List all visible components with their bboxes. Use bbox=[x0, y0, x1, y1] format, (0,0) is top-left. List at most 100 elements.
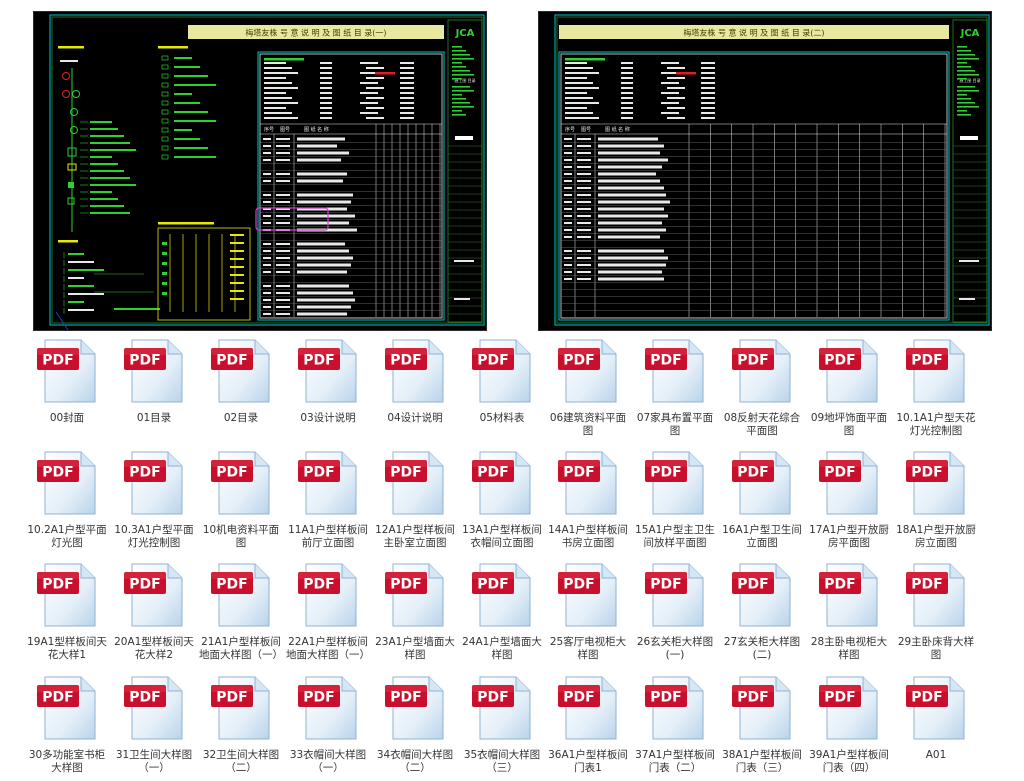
pdf-file-item[interactable]: PDF 35衣帽间大样图（三） bbox=[459, 675, 545, 781]
pdf-badge-text: PDF bbox=[737, 690, 768, 706]
pdf-file-item[interactable]: PDF 23A1户型墙面大样图 bbox=[372, 562, 458, 668]
pdf-file-item[interactable]: PDF 22A1户型样板间地面大样图（一） bbox=[285, 562, 371, 668]
pdf-file-icon: PDF bbox=[819, 451, 878, 515]
pdf-file-item[interactable]: PDF 14A1户型样板间书房立面图 bbox=[545, 450, 631, 556]
pdf-file-item[interactable]: PDF 01目录 bbox=[111, 338, 197, 444]
pdf-file-item[interactable]: PDF 38A1户型样板间门表（三） bbox=[719, 675, 805, 781]
pdf-file-item[interactable]: PDF 16A1户型卫生间立面图 bbox=[719, 450, 805, 556]
pdf-file-item[interactable]: PDF 19A1型样板间天花大样1 bbox=[24, 562, 110, 668]
pdf-file-item[interactable]: PDF 30多功能室书柜大样图 bbox=[24, 675, 110, 781]
pdf-file-item[interactable]: PDF 39A1户型样板间门表（四） bbox=[806, 675, 892, 781]
pdf-file-item[interactable]: PDF 36A1户型样板间门表1 bbox=[545, 675, 631, 781]
title-block-label: 施工图 目录 bbox=[454, 77, 475, 83]
pdf-file-item[interactable]: PDF 11A1户型样板间前厅立面图 bbox=[285, 450, 371, 556]
pdf-file-item[interactable]: PDF 31卫生间大样图（一） bbox=[111, 675, 197, 781]
pdf-badge-text: PDF bbox=[216, 465, 247, 481]
legend-list bbox=[157, 46, 251, 321]
pdf-file-icon: PDF bbox=[645, 451, 704, 515]
pdf-file-item[interactable]: PDF 18A1户型开放厨房立面图 bbox=[893, 450, 979, 556]
pdf-file-label: 21A1户型样板间地面大样图（一） bbox=[199, 636, 283, 661]
pdf-file-item[interactable]: PDF 09地坪饰面平面图 bbox=[806, 338, 892, 444]
pdf-badge-text: PDF bbox=[303, 577, 334, 593]
pdf-file-item[interactable]: PDF 15A1户型主卫生间放样平面图 bbox=[632, 450, 718, 556]
pdf-file-item[interactable]: PDF 27玄关柜大样图(二) bbox=[719, 562, 805, 668]
pdf-file-icon: PDF bbox=[124, 451, 183, 515]
pdf-file-item[interactable]: PDF 24A1户型墙面大样图 bbox=[459, 562, 545, 668]
pdf-file-icon: PDF bbox=[211, 676, 270, 740]
pdf-file-icon: PDF bbox=[732, 676, 791, 740]
pdf-file-icon: PDF bbox=[645, 563, 704, 627]
pdf-file-item[interactable]: PDF 21A1户型样板间地面大样图（一） bbox=[198, 562, 284, 668]
pdf-file-item[interactable]: PDF 26玄关柜大样图(一) bbox=[632, 562, 718, 668]
pdf-file-item[interactable]: PDF 28主卧电视柜大样图 bbox=[806, 562, 892, 668]
pdf-file-icon: PDF bbox=[298, 563, 357, 627]
pdf-file-item[interactable]: PDF 34衣帽间大样图（二） bbox=[372, 675, 458, 781]
pdf-badge-text: PDF bbox=[824, 577, 855, 593]
pdf-file-item[interactable]: PDF 37A1户型样板间门表（二） bbox=[632, 675, 718, 781]
cad-drawing-sheet-1[interactable]: 梅塔友株 号 意 说 明 及 图 纸 目 录(一) 序号 图号 图 纸 名 称 … bbox=[33, 11, 487, 331]
pdf-file-item[interactable]: PDF 08反射天花综合平面图 bbox=[719, 338, 805, 444]
pdf-file-item[interactable]: PDF 10.1A1户型天花灯光控制图 bbox=[893, 338, 979, 444]
pdf-badge-text: PDF bbox=[303, 353, 334, 369]
pdf-file-label: 29主卧床背大样图 bbox=[897, 636, 975, 661]
table-header-name: 图 纸 名 称 bbox=[605, 126, 630, 133]
pdf-file-item[interactable]: PDF 17A1户型开放厨房平面图 bbox=[806, 450, 892, 556]
cad-drawing-sheet-2[interactable]: 梅塔友株 号 意 说 明 及 图 纸 目 录(二) 序号 图号 图 纸 名 称 … bbox=[538, 11, 992, 331]
pdf-file-label: 33衣帽间大样图（一） bbox=[289, 749, 367, 774]
pdf-badge-text: PDF bbox=[911, 690, 942, 706]
pdf-badge-text: PDF bbox=[563, 577, 594, 593]
pdf-file-label: 39A1户型样板间门表（四） bbox=[809, 749, 889, 774]
drawing-title: 梅塔友株 号 意 说 明 及 图 纸 目 录(一) bbox=[245, 28, 386, 38]
pdf-file-icon: PDF bbox=[819, 563, 878, 627]
pdf-file-label: 00封面 bbox=[49, 412, 85, 424]
pdf-file-label: 34衣帽间大样图（二） bbox=[376, 749, 454, 774]
table-header-code: 图号 bbox=[280, 127, 290, 133]
pdf-file-icon: PDF bbox=[645, 676, 704, 740]
pdf-file-item[interactable]: PDF 00封面 bbox=[24, 338, 110, 444]
jca-logo: JCA bbox=[455, 28, 475, 39]
pdf-file-item[interactable]: PDF 25客厅电视柜大样图 bbox=[545, 562, 631, 668]
pdf-file-item[interactable]: PDF 04设计说明 bbox=[372, 338, 458, 444]
pdf-file-item[interactable]: PDF 29主卧床背大样图 bbox=[893, 562, 979, 668]
pdf-file-item[interactable]: PDF 02目录 bbox=[198, 338, 284, 444]
pdf-file-label: 28主卧电视柜大样图 bbox=[810, 636, 888, 661]
pdf-badge-text: PDF bbox=[911, 353, 942, 369]
pdf-file-icon: PDF bbox=[906, 451, 965, 515]
pdf-file-label: 01目录 bbox=[136, 412, 172, 424]
pdf-file-label: 23A1户型墙面大样图 bbox=[375, 636, 455, 661]
pdf-file-icon: PDF bbox=[385, 676, 444, 740]
drawing-directory-table bbox=[260, 58, 442, 318]
pdf-file-label: 30多功能室书柜大样图 bbox=[28, 749, 106, 774]
pdf-file-icon: PDF bbox=[211, 563, 270, 627]
pdf-badge-text: PDF bbox=[129, 465, 160, 481]
pdf-badge-text: PDF bbox=[737, 465, 768, 481]
pdf-file-label: 38A1户型样板间门表（三） bbox=[722, 749, 802, 774]
pdf-file-icon: PDF bbox=[37, 451, 96, 515]
pdf-file-item[interactable]: PDF 03设计说明 bbox=[285, 338, 371, 444]
pdf-badge-text: PDF bbox=[563, 353, 594, 369]
pdf-file-icon: PDF bbox=[906, 339, 965, 403]
pdf-file-item[interactable]: PDF 06建筑资料平面图 bbox=[545, 338, 631, 444]
pdf-file-item[interactable]: PDF 33衣帽间大样图（一） bbox=[285, 675, 371, 781]
pdf-file-item[interactable]: PDF 10.2A1户型平面灯光图 bbox=[24, 450, 110, 556]
pdf-file-item[interactable]: PDF 13A1户型样板间衣帽间立面图 bbox=[459, 450, 545, 556]
pdf-file-label: 11A1户型样板间前厅立面图 bbox=[288, 524, 368, 549]
pdf-file-item[interactable]: PDF 10机电资料平面图 bbox=[198, 450, 284, 556]
pdf-file-item[interactable]: PDF 20A1型样板间天花大样2 bbox=[111, 562, 197, 668]
pdf-badge-text: PDF bbox=[650, 690, 681, 706]
pdf-file-item[interactable]: PDF 05材料表 bbox=[459, 338, 545, 444]
pdf-file-item[interactable]: PDF 07家具布置平面图 bbox=[632, 338, 718, 444]
pdf-file-icon: PDF bbox=[558, 563, 617, 627]
table-header-no: 序号 bbox=[264, 126, 274, 133]
pdf-file-icon: PDF bbox=[37, 563, 96, 627]
table-header-name: 图 纸 名 称 bbox=[304, 126, 329, 133]
pdf-file-icon: PDF bbox=[732, 339, 791, 403]
pdf-badge-text: PDF bbox=[42, 465, 73, 481]
pdf-file-icon: PDF bbox=[385, 451, 444, 515]
pdf-file-item[interactable]: PDF 12A1户型样板间主卧室立面图 bbox=[372, 450, 458, 556]
pdf-file-item[interactable]: PDF 10.3A1户型平面灯光控制图 bbox=[111, 450, 197, 556]
pdf-badge-text: PDF bbox=[477, 353, 508, 369]
pdf-file-icon: PDF bbox=[906, 563, 965, 627]
pdf-file-item[interactable]: PDF A01 bbox=[893, 675, 979, 781]
pdf-file-item[interactable]: PDF 32卫生间大样图（二） bbox=[198, 675, 284, 781]
